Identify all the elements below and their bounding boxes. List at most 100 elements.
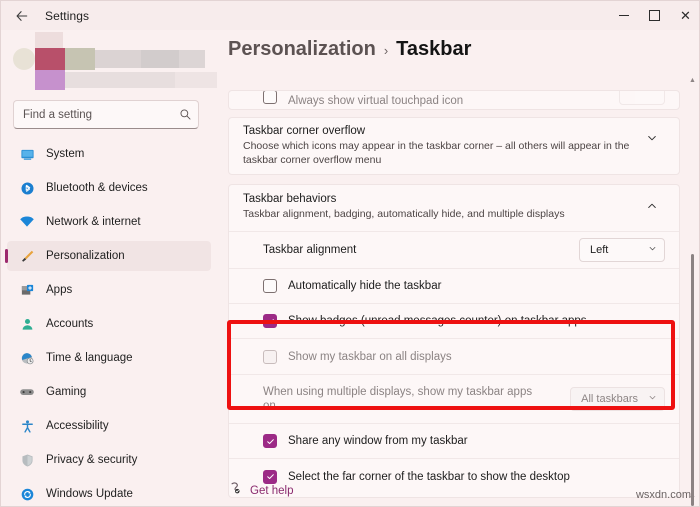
settings-scroll-area: Always show virtual touchpad icon Taskba… <box>217 74 699 506</box>
sidebar-item-label: Time & language <box>46 352 133 364</box>
settings-window: Settings ✕ Find a setting System Bluetoo… <box>0 0 700 507</box>
row-show-taskbar-all-displays[interactable]: Show my taskbar on all displays <box>229 338 679 374</box>
paintbrush-icon <box>17 246 37 266</box>
sidebar-item-label: Gaming <box>46 386 87 398</box>
close-icon: ✕ <box>680 8 691 23</box>
page-title: Taskbar <box>396 38 472 60</box>
row-label: Always show virtual touchpad icon <box>288 95 464 107</box>
caret-up-icon[interactable]: ▲ <box>689 76 696 86</box>
sidebar-item-accessibility[interactable]: Accessibility <box>7 411 211 441</box>
behaviors-header-row[interactable]: Taskbar behaviors Taskbar alignment, bad… <box>229 185 679 231</box>
maximize-button[interactable] <box>639 1 670 30</box>
sidebar-nav: System Bluetooth & devices Network & int… <box>5 139 211 506</box>
caption-button-group: ✕ <box>608 1 699 30</box>
minimize-button[interactable] <box>608 1 639 30</box>
maximize-icon <box>649 10 660 21</box>
row-label: Select the far corner of the taskbar to … <box>288 470 570 483</box>
dropdown-value: All taskbars <box>581 393 638 405</box>
sidebar-item-apps[interactable]: Apps <box>7 275 211 305</box>
update-icon <box>17 484 37 504</box>
sidebar: System Bluetooth & devices Network <box>1 30 223 506</box>
account-profile-blurred[interactable] <box>13 30 223 90</box>
row-label: Taskbar alignment <box>263 244 357 256</box>
card-taskbar-corner-overflow[interactable]: Taskbar corner overflow Choose which ico… <box>228 117 680 175</box>
sidebar-item-label: Apps <box>46 284 73 296</box>
close-button[interactable]: ✕ <box>670 1 699 30</box>
card-title: Taskbar behaviors <box>243 193 337 205</box>
back-arrow-icon <box>16 10 28 21</box>
row-label: When using multiple displays, show my ta… <box>263 386 533 412</box>
checkbox-always-show-virtual-touchpad[interactable] <box>263 91 277 104</box>
gamepad-icon <box>17 382 37 402</box>
chevron-down-icon[interactable] <box>639 125 665 151</box>
minimize-icon <box>618 15 629 16</box>
row-label: Show my taskbar on all displays <box>288 350 452 363</box>
search-icon <box>173 108 197 121</box>
row-select-far-corner[interactable]: Select the far corner of the taskbar to … <box>229 458 679 494</box>
sidebar-item-gaming[interactable]: Gaming <box>7 377 211 407</box>
sidebar-item-network-internet[interactable]: Network & internet <box>7 207 211 237</box>
bluetooth-icon <box>17 178 37 198</box>
dropdown-value: Left <box>590 244 609 256</box>
partial-card-top: Always show virtual touchpad icon <box>228 90 680 110</box>
row-label: Automatically hide the taskbar <box>288 280 442 292</box>
sidebar-item-bluetooth-devices[interactable]: Bluetooth & devices <box>7 173 211 203</box>
chevron-up-icon[interactable] <box>639 193 665 219</box>
sidebar-item-label: Privacy & security <box>46 454 138 466</box>
search-box[interactable] <box>13 100 199 129</box>
search-input[interactable] <box>14 100 173 129</box>
get-help-row[interactable]: Get help <box>228 481 293 500</box>
row-label: Share any window from my taskbar <box>288 435 468 447</box>
app-title: Settings <box>45 8 90 23</box>
get-help-link[interactable]: Get help <box>250 485 293 497</box>
checkbox-share-any-window[interactable] <box>263 434 277 448</box>
dropdown-taskbar-alignment[interactable]: Left <box>579 238 665 262</box>
watermark-text: wsxdn.com <box>635 489 691 501</box>
scrollbar-thumb[interactable] <box>691 254 694 506</box>
dropdown-multiple-displays-taskbar-apps[interactable]: All taskbars <box>570 387 665 411</box>
title-bar: Settings ✕ <box>1 1 699 30</box>
monitor-icon <box>17 144 37 164</box>
sidebar-item-label: Accounts <box>46 318 94 330</box>
accessibility-icon <box>17 416 37 436</box>
sidebar-item-label: Windows Update <box>46 488 133 500</box>
breadcrumb: Personalization › Taskbar <box>228 38 471 61</box>
row-multiple-displays-taskbar-apps[interactable]: When using multiple displays, show my ta… <box>229 374 679 423</box>
sidebar-item-privacy-security[interactable]: Privacy & security <box>7 445 211 475</box>
vertical-scrollbar[interactable]: ▲ ▼ <box>687 76 698 506</box>
breadcrumb-parent-link[interactable]: Personalization <box>228 38 376 61</box>
row-label: Show badges (unread messages counter) on… <box>288 315 587 327</box>
back-button[interactable] <box>7 1 37 30</box>
sidebar-item-time-language[interactable]: Time & language <box>7 343 211 373</box>
sidebar-item-label: Accessibility <box>46 420 109 432</box>
row-share-any-window[interactable]: Share any window from my taskbar <box>229 423 679 458</box>
checkbox-show-taskbar-all-displays[interactable] <box>263 349 277 364</box>
row-automatically-hide-taskbar[interactable]: Automatically hide the taskbar <box>229 268 679 303</box>
sidebar-item-personalization[interactable]: Personalization <box>5 241 211 271</box>
card-title: Taskbar corner overflow <box>243 125 366 137</box>
breadcrumb-separator-icon: › <box>383 43 389 58</box>
scrollbar-track[interactable] <box>687 86 698 506</box>
checkbox-show-badges[interactable] <box>263 314 277 328</box>
partial-dropdown[interactable] <box>619 91 665 105</box>
card-taskbar-behaviors: Taskbar behaviors Taskbar alignment, bad… <box>228 184 680 498</box>
sidebar-item-accounts[interactable]: Accounts <box>7 309 211 339</box>
wifi-icon <box>17 212 37 232</box>
apps-icon <box>17 280 37 300</box>
sidebar-item-label: Bluetooth & devices <box>46 182 148 194</box>
content-pane: Personalization › Taskbar Always show vi… <box>217 30 699 506</box>
chevron-down-icon <box>648 393 657 405</box>
row-taskbar-alignment[interactable]: Taskbar alignment Left <box>229 231 679 268</box>
row-show-badges[interactable]: Show badges (unread messages counter) on… <box>229 303 679 338</box>
selection-indicator <box>5 249 8 263</box>
card-subtitle: Taskbar alignment, badging, automaticall… <box>243 208 565 220</box>
sidebar-item-system[interactable]: System <box>7 139 211 169</box>
sidebar-item-windows-update[interactable]: Windows Update <box>7 479 211 506</box>
card-subtitle: Choose which icons may appear in the tas… <box>243 140 630 166</box>
sidebar-item-label: System <box>46 148 85 160</box>
sidebar-item-label: Network & internet <box>46 216 141 228</box>
sidebar-item-label: Personalization <box>46 250 125 262</box>
help-question-icon <box>228 481 242 500</box>
checkbox-automatically-hide-taskbar[interactable] <box>263 279 277 293</box>
person-icon <box>17 314 37 334</box>
